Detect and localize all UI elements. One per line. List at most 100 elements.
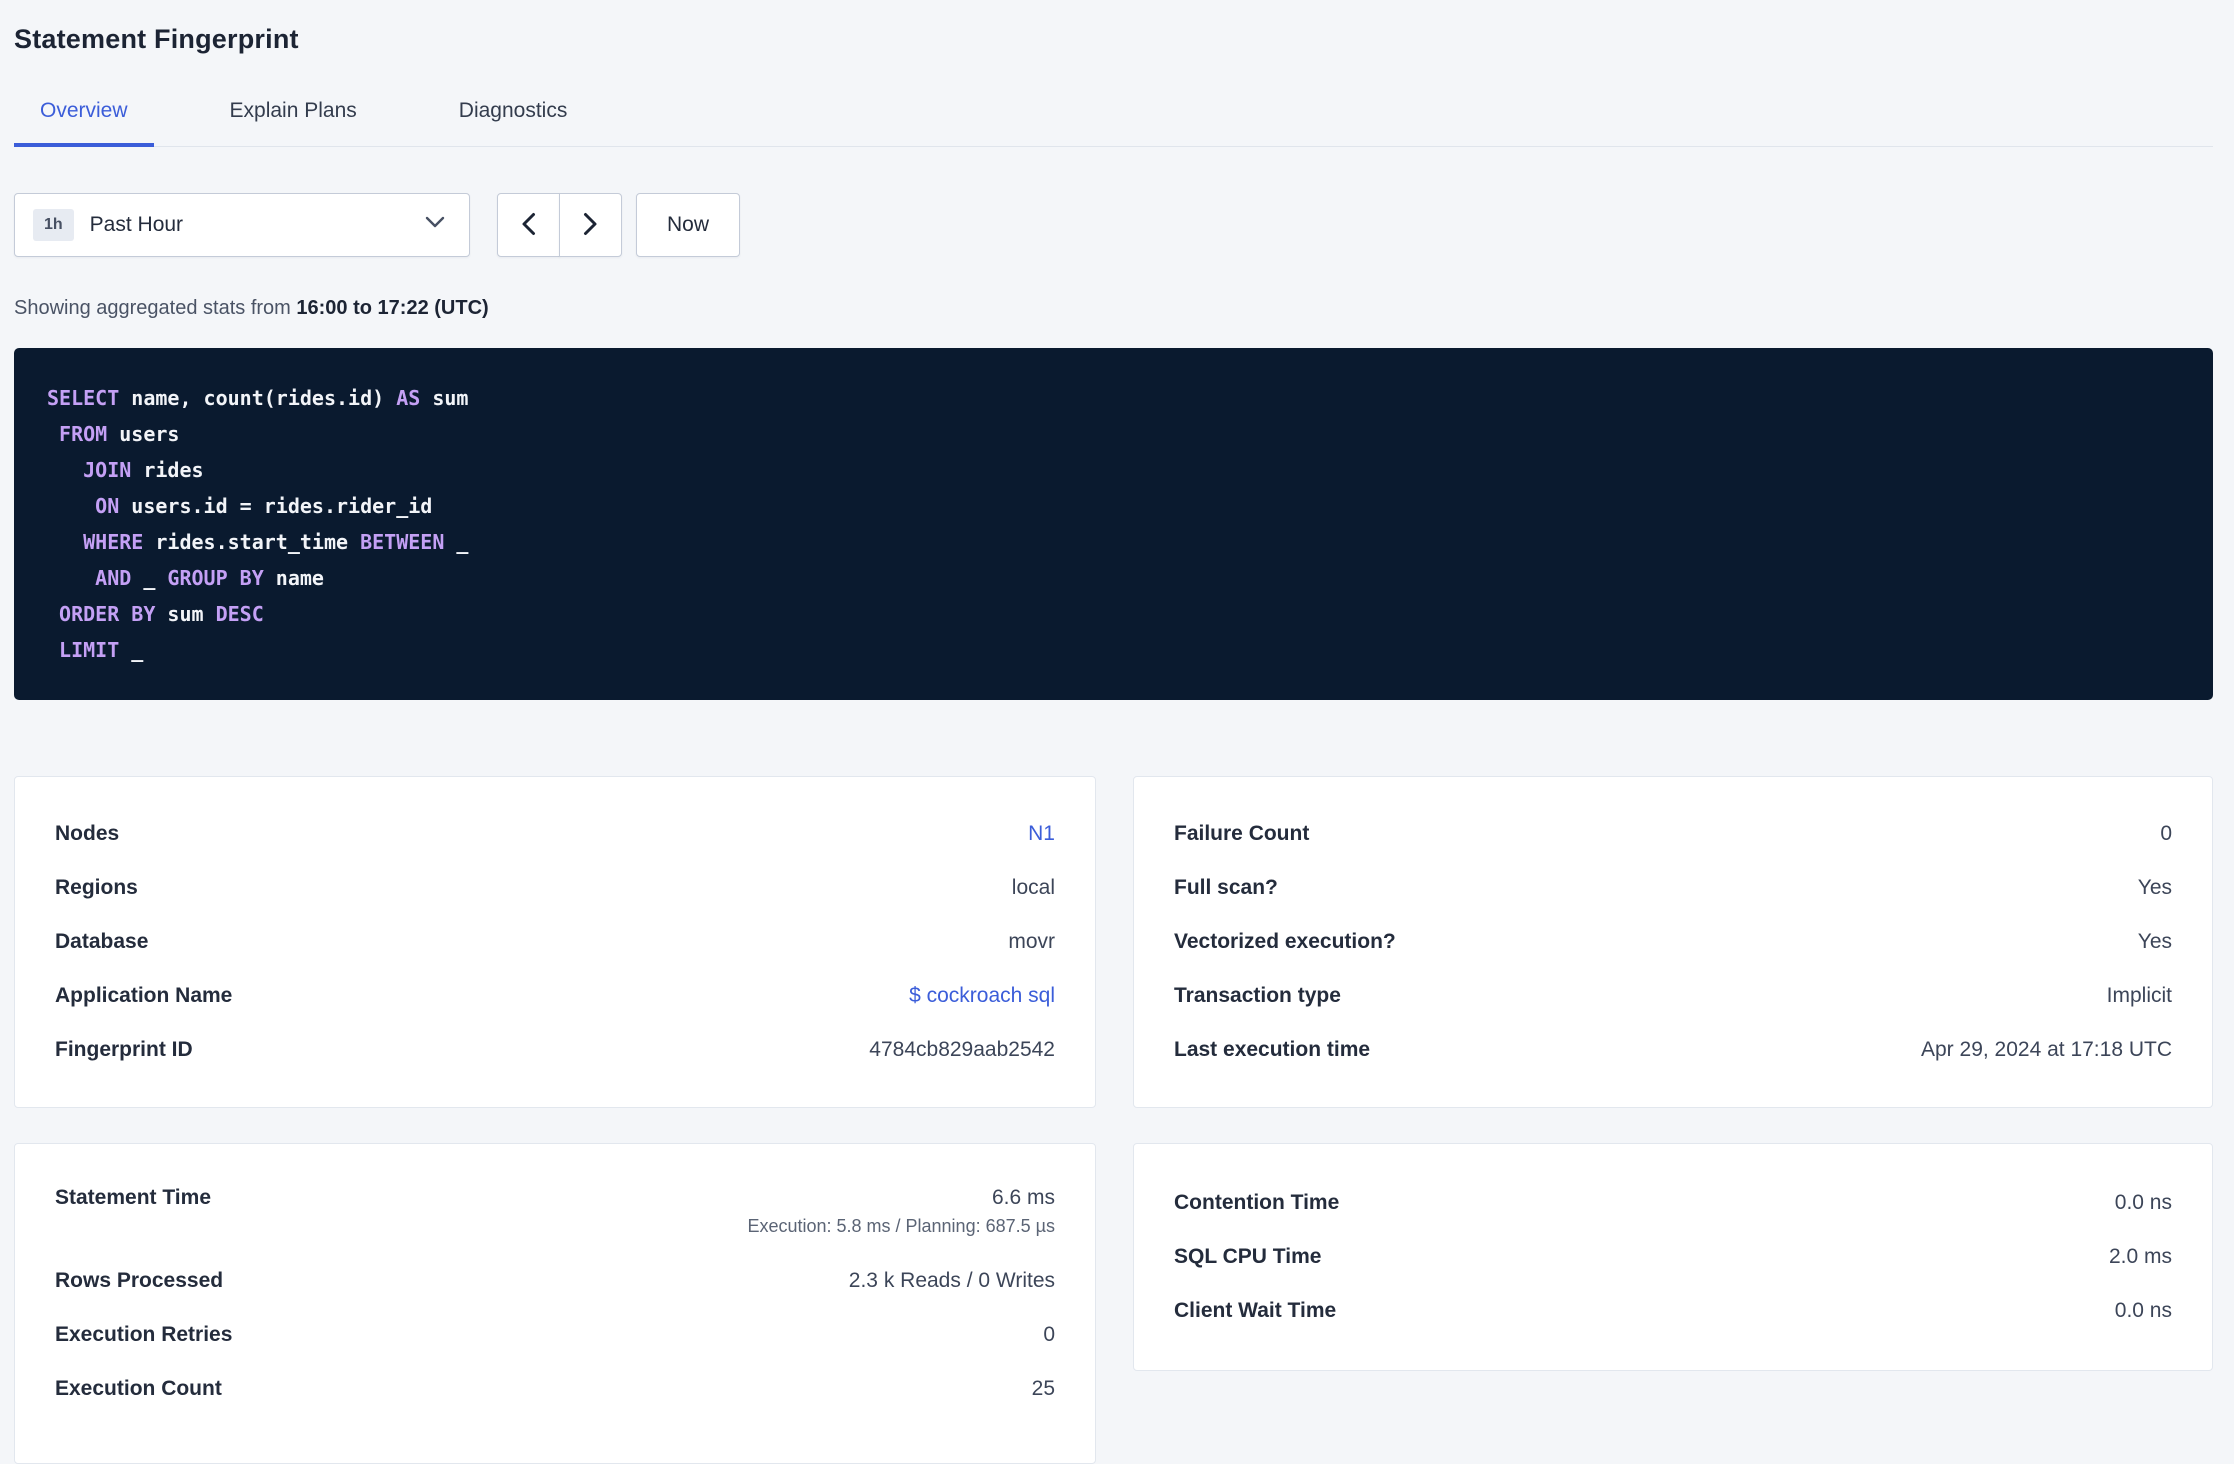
row-label: Nodes: [55, 822, 120, 845]
statement-timing-card: Statement Time 6.6 ms Execution: 5.8 ms …: [14, 1143, 1096, 1464]
stats-caption-prefix: Showing aggregated stats from: [14, 297, 297, 319]
sql-text: _: [119, 638, 144, 662]
stats-cards: Nodes N1 Regions local Database movr App…: [14, 776, 2213, 1464]
vectorized-execution-row: Vectorized execution? Yes: [1174, 915, 2172, 969]
row-sub-value: Execution: 5.8 ms / Planning: 687.5 µs: [747, 1216, 1055, 1236]
row-label: Rows Processed: [55, 1269, 224, 1292]
sql-line: LIMIT _: [47, 632, 2180, 668]
tab-overview[interactable]: Overview: [14, 99, 154, 147]
row-label: Transaction type: [1174, 984, 1341, 1007]
sql-keyword: DESC: [215, 602, 264, 626]
statement-time-row: Statement Time 6.6 ms Execution: 5.8 ms …: [55, 1174, 1055, 1254]
sql-text: _: [444, 530, 469, 554]
nodes-row: Nodes N1: [55, 807, 1055, 861]
sql-keyword: AND: [95, 566, 132, 590]
transaction-type-row: Transaction type Implicit: [1174, 969, 2172, 1023]
sql-line: JOIN rides: [47, 452, 2180, 488]
execution-retries-row: Execution Retries 0: [55, 1308, 1055, 1362]
sql-keyword: AS: [396, 386, 421, 410]
wait-time-card: Contention Time 0.0 ns SQL CPU Time 2.0 …: [1133, 1143, 2213, 1371]
sql-keyword: GROUP BY: [167, 566, 264, 590]
stats-caption-range: 16:00 to 17:22 (UTC): [296, 297, 489, 319]
chevron-down-icon: [425, 216, 445, 234]
row-label: Last execution time: [1174, 1038, 1371, 1061]
nodes-link[interactable]: N1: [1028, 822, 1055, 846]
fingerprint-id-row: Fingerprint ID 4784cb829aab2542: [55, 1023, 1055, 1077]
sql-keyword: WHERE: [83, 530, 144, 554]
sql-cpu-time-row: SQL CPU Time 2.0 ms: [1174, 1230, 2172, 1284]
row-value: 6.6 ms: [991, 1186, 1055, 1209]
row-label: Full scan?: [1174, 876, 1278, 899]
sql-line: ORDER BY sum DESC: [47, 596, 2180, 632]
execution-count-row: Execution Count 25: [55, 1362, 1055, 1416]
sql-keyword: SELECT: [47, 386, 120, 410]
sql-statement-box: SELECT name, count(rides.id) AS sum FROM…: [14, 348, 2213, 700]
row-label: Application Name: [55, 984, 233, 1007]
row-value: 0: [1043, 1323, 1055, 1346]
sql-line: AND _ GROUP BY name: [47, 560, 2180, 596]
row-value: Yes: [2137, 876, 2172, 899]
row-label: Contention Time: [1174, 1191, 1340, 1214]
time-range-select[interactable]: 1h Past Hour: [14, 193, 470, 257]
statement-fingerprint-page: Statement Fingerprint Overview Explain P…: [0, 0, 2234, 1464]
sql-keyword: FROM: [59, 422, 108, 446]
row-value: 25: [1031, 1377, 1055, 1400]
tab-diagnostics[interactable]: Diagnostics: [433, 99, 594, 147]
row-value: 2.3 k Reads / 0 Writes: [848, 1269, 1055, 1292]
row-value: Yes: [2137, 930, 2172, 953]
time-controls: 1h Past Hour Now: [14, 193, 2213, 257]
chevron-right-icon: [583, 212, 598, 239]
row-value: 0.0 ns: [2114, 1299, 2172, 1322]
client-wait-time-row: Client Wait Time 0.0 ns: [1174, 1284, 2172, 1338]
row-label: Regions: [55, 876, 138, 899]
failure-count-row: Failure Count 0: [1174, 807, 2172, 861]
sql-line: WHERE rides.start_time BETWEEN _: [47, 524, 2180, 560]
row-label: Database: [55, 930, 149, 953]
previous-interval-button[interactable]: [497, 193, 560, 257]
sql-text: users: [107, 422, 180, 446]
execution-attributes-card: Failure Count 0 Full scan? Yes Vectorize…: [1133, 776, 2213, 1108]
next-interval-button[interactable]: [559, 193, 622, 257]
row-label: Execution Count: [55, 1377, 222, 1400]
now-button[interactable]: Now: [636, 193, 741, 257]
sql-text: sum: [420, 386, 469, 410]
regions-row: Regions local: [55, 861, 1055, 915]
full-scan-row: Full scan? Yes: [1174, 861, 2172, 915]
row-label: Fingerprint ID: [55, 1038, 193, 1061]
application-name-link[interactable]: $ cockroach sql: [909, 984, 1055, 1008]
time-range-label: Past Hour: [89, 213, 184, 236]
row-label: Vectorized execution?: [1174, 930, 1396, 953]
sql-text: name, count(rides.id): [119, 386, 397, 410]
row-value: 0: [2160, 822, 2172, 845]
sql-text: _: [131, 566, 168, 590]
sql-keyword: LIMIT: [59, 638, 120, 662]
tab-explain-plans[interactable]: Explain Plans: [204, 99, 383, 147]
statement-time-values: 6.6 ms Execution: 5.8 ms / Planning: 687…: [747, 1186, 1055, 1240]
rows-processed-row: Rows Processed 2.3 k Reads / 0 Writes: [55, 1254, 1055, 1308]
database-row: Database movr: [55, 915, 1055, 969]
tab-bar: Overview Explain Plans Diagnostics: [14, 99, 2213, 147]
sql-line: ON users.id = rides.rider_id: [47, 488, 2180, 524]
sql-line: FROM users: [47, 416, 2180, 452]
row-label: Execution Retries: [55, 1323, 233, 1346]
last-execution-time-row: Last execution time Apr 29, 2024 at 17:1…: [1174, 1023, 2172, 1077]
sql-keyword: JOIN: [83, 458, 132, 482]
sql-text: rides.start_time: [143, 530, 361, 554]
statement-details-card: Nodes N1 Regions local Database movr App…: [14, 776, 1096, 1108]
row-value: Apr 29, 2024 at 17:18 UTC: [1921, 1038, 2172, 1061]
sql-text: name: [263, 566, 324, 590]
page-title: Statement Fingerprint: [14, 24, 299, 54]
row-value: Implicit: [2106, 984, 2172, 1007]
row-label: Statement Time: [55, 1186, 211, 1209]
stats-caption: Showing aggregated stats from 16:00 to 1…: [14, 297, 2213, 320]
sql-text: sum: [155, 602, 216, 626]
row-label: SQL CPU Time: [1174, 1245, 1322, 1268]
application-name-row: Application Name $ cockroach sql: [55, 969, 1055, 1023]
